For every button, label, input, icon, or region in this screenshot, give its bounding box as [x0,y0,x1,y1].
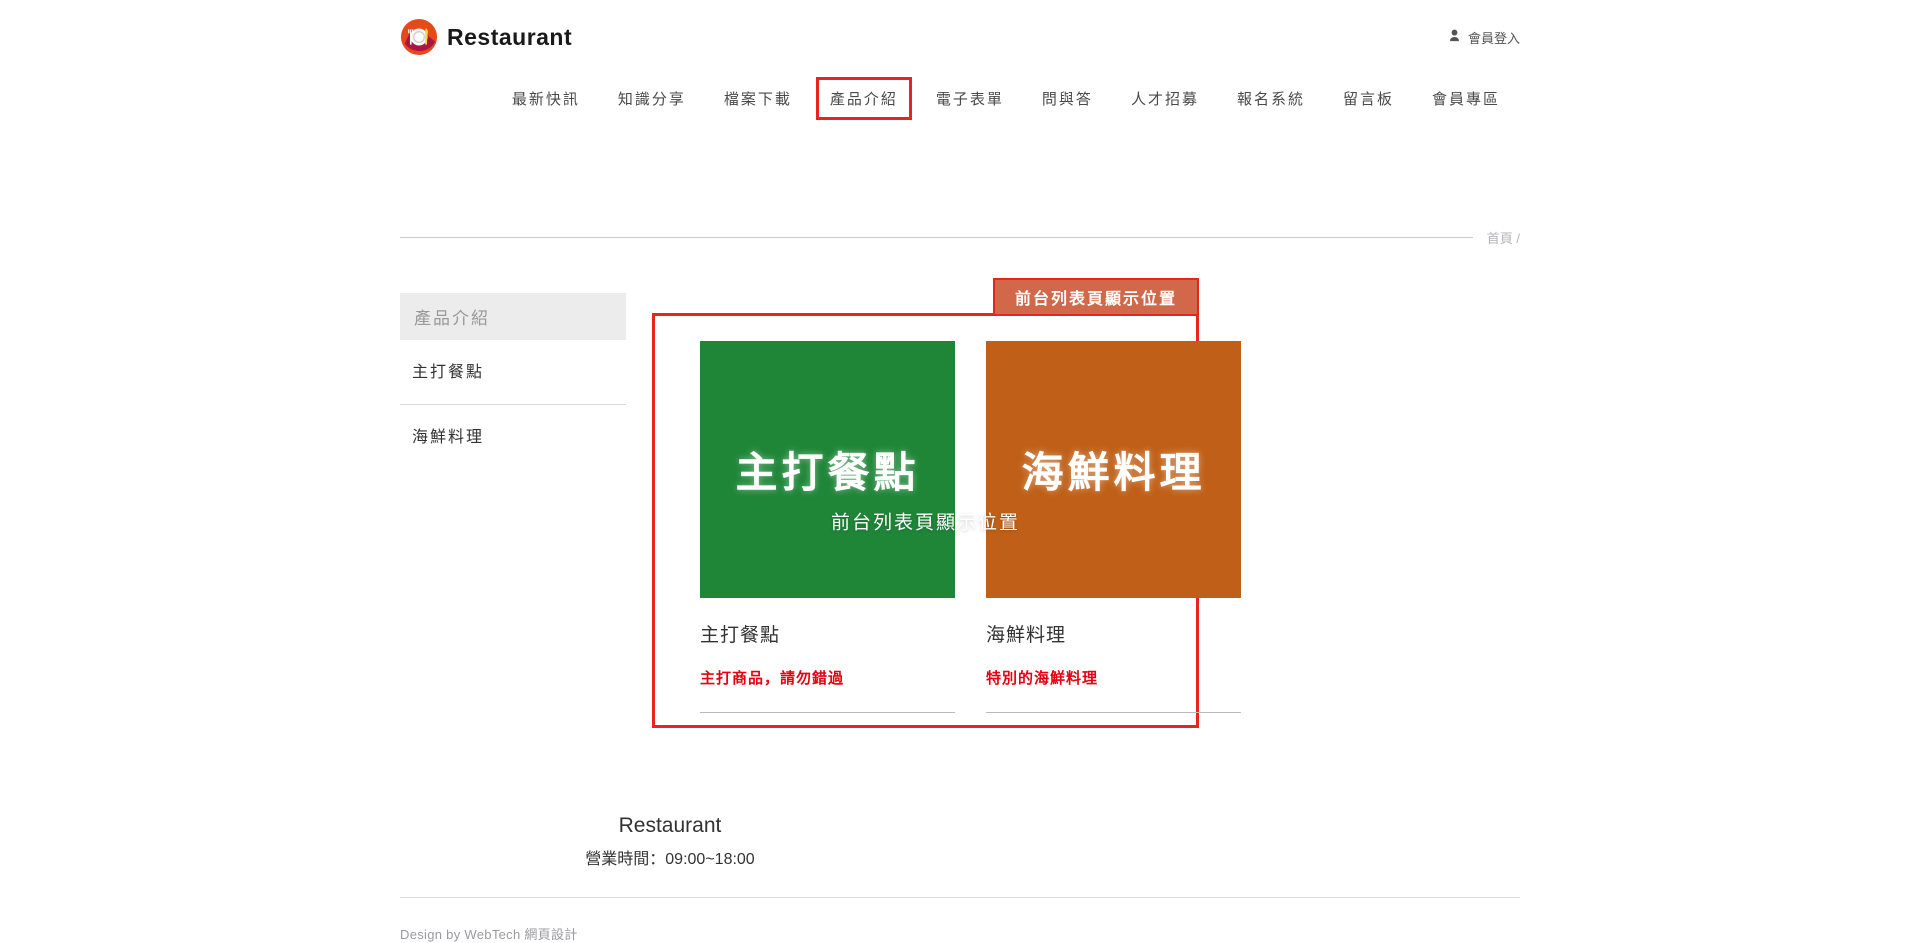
breadcrumb-row: 首頁 / [400,228,1520,247]
product-tile-main-dishes[interactable]: 主打餐點 [700,341,955,598]
breadcrumb-separator: / [1516,231,1520,246]
brand-name: Restaurant [447,24,572,51]
site-header: Restaurant 會員登入 最新快訊 知識分享 檔案下載 產品介紹 電子表單… [0,0,1920,118]
product-subtitle: 特別的海鮮料理 [986,667,1241,688]
product-title-link[interactable]: 主打餐點 [700,620,955,647]
nav-item-qa[interactable]: 問與答 [1042,88,1093,109]
nav-item-guestbook[interactable]: 留言板 [1343,88,1394,109]
nav-item-recruit[interactable]: 人才招募 [1131,88,1199,109]
tile-text: 主打餐點 [735,439,919,500]
restaurant-plate-icon [400,18,438,56]
breadcrumb-home-link[interactable]: 首頁 [1487,231,1513,246]
footer-business-hours: 營業時間：09:00~18:00 [400,845,940,869]
footer-info-column: Restaurant 營業時間：09:00~18:00 [400,814,940,869]
nav-item-news[interactable]: 最新快訊 [512,88,580,109]
copyright-text: Design by WebTech 網頁設計 [400,924,1520,943]
nav-item-products[interactable]: 產品介紹 [816,77,912,120]
product-list-section: 前台列表頁顯示位置 前台列表頁顯示位置 主打餐點 主打餐點 主打商品，請勿錯過 … [652,293,1199,728]
nav-item-knowledge[interactable]: 知識分享 [618,88,686,109]
nav-item-eforms[interactable]: 電子表單 [936,88,1004,109]
sidebar-item-main-dishes[interactable]: 主打餐點 [400,340,626,405]
brand-logo[interactable]: Restaurant [400,18,572,56]
product-title-link[interactable]: 海鮮料理 [986,620,1241,647]
footer-divider [400,897,1520,898]
sidebar-title: 產品介紹 [400,293,626,340]
product-subtitle: 主打商品，請勿錯過 [700,667,955,688]
product-card-seafood: 海鮮料理 海鮮料理 特別的海鮮料理 [986,341,1241,713]
member-login-label: 會員登入 [1468,28,1520,47]
nav-item-downloads[interactable]: 檔案下載 [724,88,792,109]
person-icon [1447,28,1462,46]
sidebar-item-seafood[interactable]: 海鮮料理 [400,405,626,469]
tile-text: 海鮮料理 [1021,439,1205,500]
breadcrumb: 首頁 / [1487,228,1520,247]
category-sidebar: 產品介紹 主打餐點 海鮮料理 [400,293,626,469]
member-login-link[interactable]: 會員登入 [1447,28,1520,47]
main-nav: 最新快訊 知識分享 檔案下載 產品介紹 電子表單 問與答 人才招募 報名系統 留… [400,78,1520,118]
card-divider [700,712,955,713]
main-content: 產品介紹 主打餐點 海鮮料理 前台列表頁顯示位置 前台列表頁顯示位置 主打餐點 … [400,293,1520,728]
annotation-outline-box: 前台列表頁顯示位置 前台列表頁顯示位置 主打餐點 主打餐點 主打商品，請勿錯過 … [652,313,1199,728]
footer-restaurant-name: Restaurant [400,814,940,838]
site-footer: Restaurant 營業時間：09:00~18:00 Design by We… [0,814,1920,943]
breadcrumb-divider [400,237,1473,238]
annotation-badge: 前台列表頁顯示位置 [993,278,1199,316]
product-tile-seafood[interactable]: 海鮮料理 [986,341,1241,598]
card-divider [986,712,1241,713]
nav-item-signup[interactable]: 報名系統 [1237,88,1305,109]
nav-item-members[interactable]: 會員專區 [1432,88,1500,109]
annotation-overlay-label: 前台列表頁顯示位置 [831,507,1020,534]
